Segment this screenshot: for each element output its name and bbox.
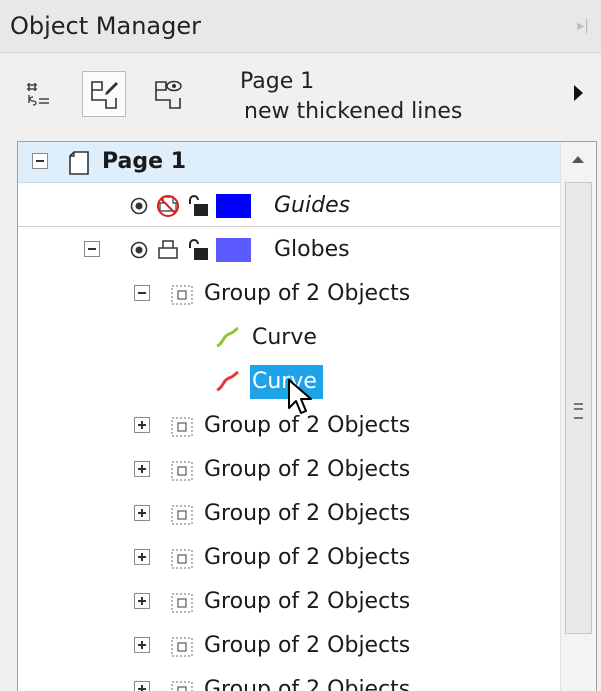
active-layer-name: new thickened lines	[244, 99, 463, 124]
show-properties-button[interactable]	[16, 71, 60, 117]
active-page-layer-info: Page 1 new thickened lines	[238, 67, 462, 127]
tree-row-group[interactable]: Group of 2 Objects	[18, 670, 562, 691]
group-icon	[171, 461, 193, 481]
vertical-scrollbar[interactable]	[560, 142, 596, 691]
expand-toggle-icon[interactable]	[134, 593, 150, 609]
expand-toggle-icon[interactable]	[134, 505, 150, 521]
group-icon	[171, 593, 193, 613]
panel-pin-icon[interactable]: ▸|	[577, 18, 589, 34]
tree-row-group[interactable]: Group of 2 Objects	[18, 494, 562, 534]
page-label: Page 1	[102, 149, 187, 174]
tree-row-group[interactable]: Group of 2 Objects	[18, 274, 562, 314]
panel-titlebar: Object Manager ▸|	[0, 0, 601, 53]
group-label: Group of 2 Objects	[204, 457, 411, 482]
expand-toggle-icon[interactable]	[134, 681, 150, 691]
expand-toggle-icon[interactable]	[134, 637, 150, 653]
printer-disabled-icon[interactable]	[156, 194, 180, 218]
collapse-toggle-icon[interactable]	[134, 285, 150, 301]
curve-icon	[216, 326, 239, 348]
show-properties-icon	[27, 83, 49, 106]
group-label: Group of 2 Objects	[204, 545, 411, 570]
eye-visible-icon[interactable]	[128, 197, 150, 215]
tree-row-curve-selected[interactable]: Curve	[18, 362, 562, 414]
layer-manager-view-icon	[155, 80, 182, 109]
group-icon	[171, 417, 193, 437]
curve-label: Curve	[252, 325, 317, 350]
layer-manager-view-button[interactable]	[146, 71, 190, 117]
globes-label: Globes	[274, 237, 350, 262]
group-label: Group of 2 Objects	[204, 413, 411, 438]
edit-across-layers-icon	[91, 81, 118, 109]
group-label: Group of 2 Objects	[204, 501, 411, 526]
object-tree: Page 1 Guides Globes Group of 2 Objects …	[17, 141, 597, 691]
edit-across-layers-button[interactable]	[82, 71, 126, 117]
group-icon	[171, 549, 193, 569]
scroll-up-arrow-icon[interactable]	[561, 142, 596, 178]
group-label: Group of 2 Objects	[204, 677, 411, 691]
scrollbar-thumb[interactable]	[565, 182, 592, 634]
object-manager-toolbar: Page 1 new thickened lines	[0, 53, 601, 137]
collapse-toggle-icon[interactable]	[84, 241, 100, 257]
expand-toggle-icon[interactable]	[134, 549, 150, 565]
guides-label: Guides	[274, 193, 351, 218]
tree-row-curve[interactable]: Curve	[18, 318, 562, 358]
group-icon	[171, 681, 193, 691]
curve-icon	[216, 370, 239, 392]
tree-row-globes-layer[interactable]: Globes	[18, 230, 562, 270]
tree-row-page[interactable]: Page 1	[18, 142, 562, 183]
tree-row-group[interactable]: Group of 2 Objects	[18, 406, 562, 446]
group-icon	[171, 637, 193, 657]
eye-visible-icon[interactable]	[128, 241, 150, 259]
tree-row-guides-layer[interactable]: Guides	[18, 186, 562, 227]
expand-toggle-icon[interactable]	[134, 461, 150, 477]
unlocked-icon[interactable]	[186, 193, 210, 219]
group-label: Group of 2 Objects	[204, 633, 411, 658]
active-page-name: Page 1	[240, 69, 315, 94]
group-icon	[171, 505, 193, 525]
group-icon	[171, 285, 193, 305]
tree-row-group[interactable]: Group of 2 Objects	[18, 450, 562, 490]
layer-color-swatch	[216, 238, 251, 262]
panel-title: Object Manager	[10, 12, 201, 40]
printer-icon[interactable]	[156, 238, 180, 262]
group-label: Group of 2 Objects	[204, 589, 411, 614]
tree-row-group[interactable]: Group of 2 Objects	[18, 582, 562, 622]
tree-row-group[interactable]: Group of 2 Objects	[18, 538, 562, 578]
scroll-grip-icon	[574, 403, 583, 419]
group-label: Group of 2 Objects	[204, 281, 411, 306]
layer-color-swatch	[216, 194, 251, 218]
page-icon	[69, 151, 89, 175]
collapse-toggle-icon[interactable]	[32, 153, 48, 169]
tree-row-group[interactable]: Group of 2 Objects	[18, 626, 562, 666]
expand-toggle-icon[interactable]	[134, 417, 150, 433]
flyout-arrow-icon[interactable]	[574, 85, 583, 101]
unlocked-icon[interactable]	[186, 237, 210, 263]
